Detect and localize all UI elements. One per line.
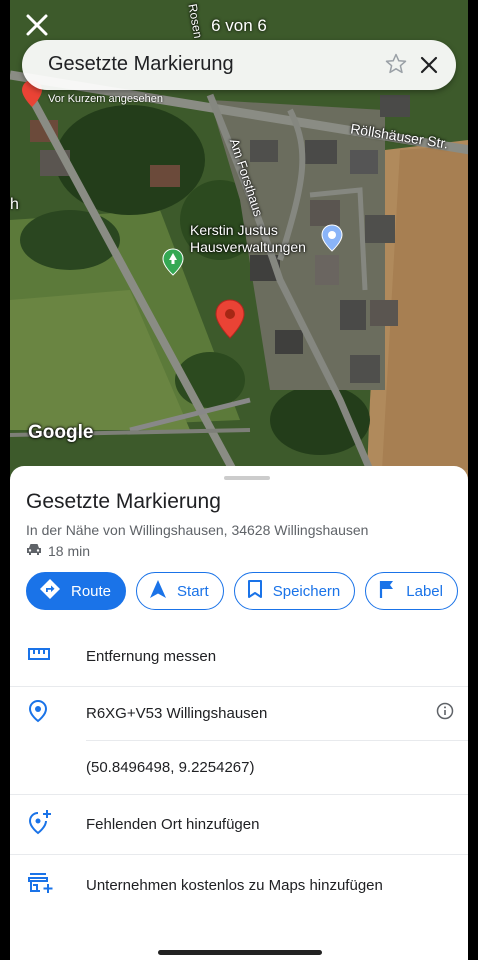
route-label: Route	[71, 582, 112, 600]
coordinates-label: (50.8496498, 9.2254267)	[86, 758, 255, 776]
coordinates-row[interactable]: (50.8496498, 9.2254267)	[10, 740, 468, 794]
place-address: In der Nähe von Willingshausen, 34628 Wi…	[26, 522, 369, 538]
car-icon	[26, 542, 42, 559]
label-button[interactable]: Label	[365, 572, 458, 610]
home-indicator[interactable]	[158, 950, 322, 955]
drive-time-value: 18 min	[48, 542, 91, 559]
navigation-arrow-icon	[149, 579, 167, 603]
bookmark-icon	[247, 579, 263, 603]
star-icon[interactable]	[384, 52, 408, 81]
measure-distance-label: Entfernung messen	[86, 647, 217, 665]
drive-time: 18 min	[26, 542, 90, 559]
search-bar[interactable]: Gesetzte Markierung	[22, 40, 456, 90]
photo-counter: 6 von 6	[211, 16, 267, 35]
ruler-icon	[28, 647, 50, 666]
search-bar-title[interactable]: Gesetzte Markierung	[48, 53, 234, 76]
plus-code-label: R6XG+V53 Willingshausen	[86, 704, 268, 722]
flag-icon	[378, 579, 396, 603]
divider	[10, 854, 468, 855]
google-attribution: Google	[28, 422, 94, 443]
directions-icon	[39, 578, 61, 604]
poi-label[interactable]: Kerstin Justus Hausverwaltungen	[190, 222, 340, 256]
save-button[interactable]: Speichern	[233, 572, 356, 610]
save-label: Speichern	[272, 582, 341, 600]
screen: Vor Kurzem angesehen Röllshäuser Str. Am…	[0, 0, 478, 960]
add-business-row[interactable]: Unternehmen kostenlos zu Maps hinzufügen	[10, 858, 468, 912]
street-label-edge: h	[10, 196, 19, 213]
place-title: Gesetzte Markierung	[26, 490, 221, 513]
add-missing-place-row[interactable]: Fehlenden Ort hinzufügen	[10, 797, 468, 851]
divider	[10, 794, 468, 795]
measure-distance-row[interactable]: Entfernung messen	[10, 629, 468, 683]
recently-viewed-label: Vor Kurzem angesehen	[48, 93, 163, 105]
place-sheet[interactable]: Gesetzte Markierung In der Nähe von Will…	[10, 466, 468, 960]
start-label: Start	[177, 582, 209, 600]
location-pin-icon	[28, 699, 48, 728]
close-icon[interactable]	[418, 54, 440, 81]
add-business-label: Unternehmen kostenlos zu Maps hinzufügen	[86, 876, 383, 894]
add-location-icon	[28, 809, 52, 840]
route-button[interactable]: Route	[26, 572, 127, 610]
plus-code-row[interactable]: R6XG+V53 Willingshausen	[10, 686, 468, 740]
label-label: Label	[406, 582, 443, 600]
start-button[interactable]: Start	[136, 572, 224, 610]
drag-handle[interactable]	[224, 476, 270, 480]
add-missing-place-label: Fehlenden Ort hinzufügen	[86, 815, 260, 833]
info-icon[interactable]	[436, 702, 454, 725]
action-buttons: Route Start Speichern Label	[26, 572, 458, 610]
add-business-icon	[28, 872, 54, 899]
